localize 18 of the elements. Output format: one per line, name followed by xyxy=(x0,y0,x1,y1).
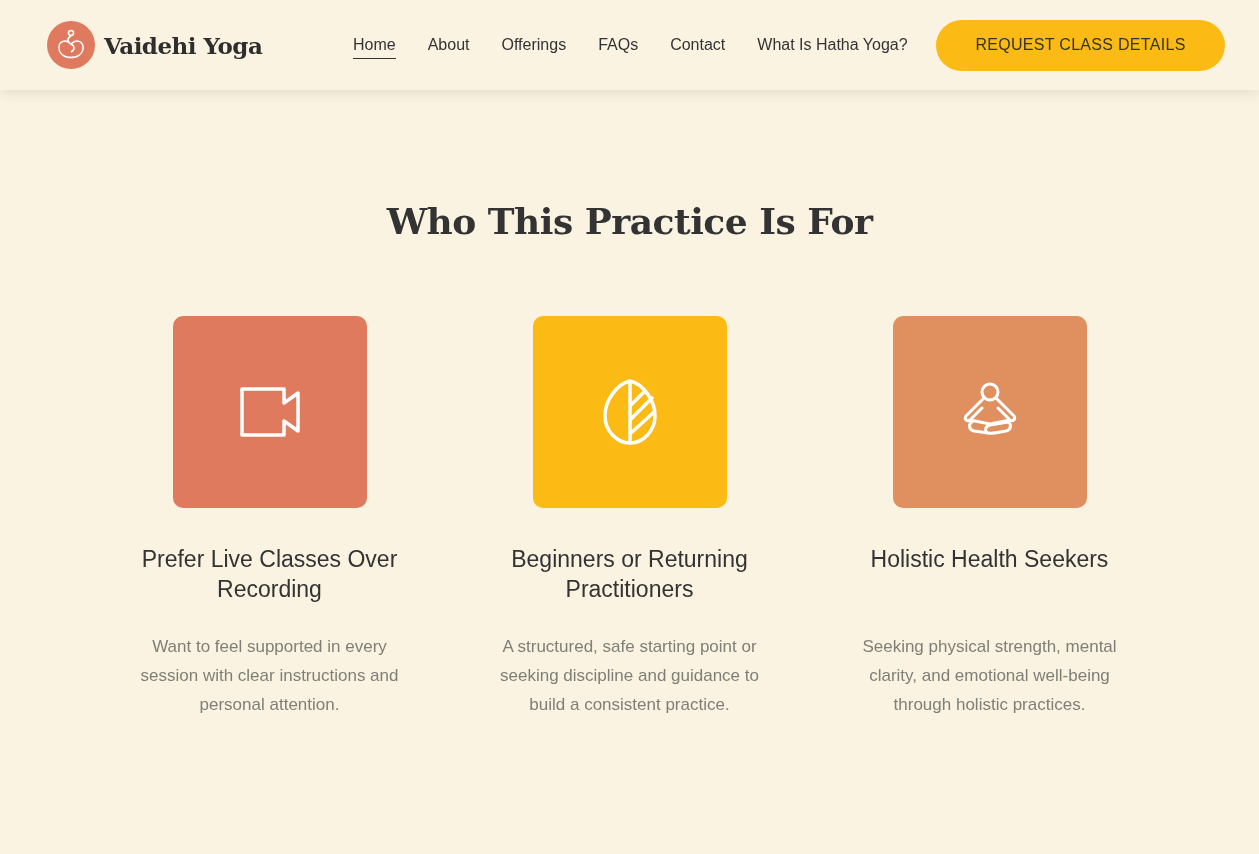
card-text: Want to feel supported in every session with clear instructions and personal attention. xyxy=(139,636,400,716)
nav-link[interactable]: About xyxy=(427,31,470,59)
nav-link[interactable]: Contact xyxy=(670,31,726,59)
video-camera-icon xyxy=(237,385,302,439)
nav-link[interactable]: Offerings xyxy=(501,31,567,59)
nav-link[interactable]: What Is Hatha Yoga? xyxy=(757,31,908,59)
request-button[interactable]: REQUEST CLASS DETAILS xyxy=(936,19,1225,71)
section-title: Who This Practice Is For xyxy=(385,200,875,242)
card-title: Beginners or Returning Practitioners xyxy=(510,545,749,604)
card-title: Prefer Live Classes Over Recording xyxy=(140,545,399,604)
card-title: Holistic Health Seekers xyxy=(870,545,1109,574)
leaf-icon xyxy=(600,378,659,446)
logo-icon xyxy=(47,21,95,69)
nav-link[interactable]: FAQs xyxy=(598,31,639,59)
nav-link[interactable]: Home xyxy=(353,31,396,59)
card-text: A structured, safe starting point or seeking discipline and guidance to build a consistent practice. xyxy=(499,636,760,716)
brand-name[interactable]: Vaidehi Yoga xyxy=(104,31,263,59)
card-text: Seeking physical strength, mental clarity, and emotional well-being through holistic practices. xyxy=(861,636,1118,716)
